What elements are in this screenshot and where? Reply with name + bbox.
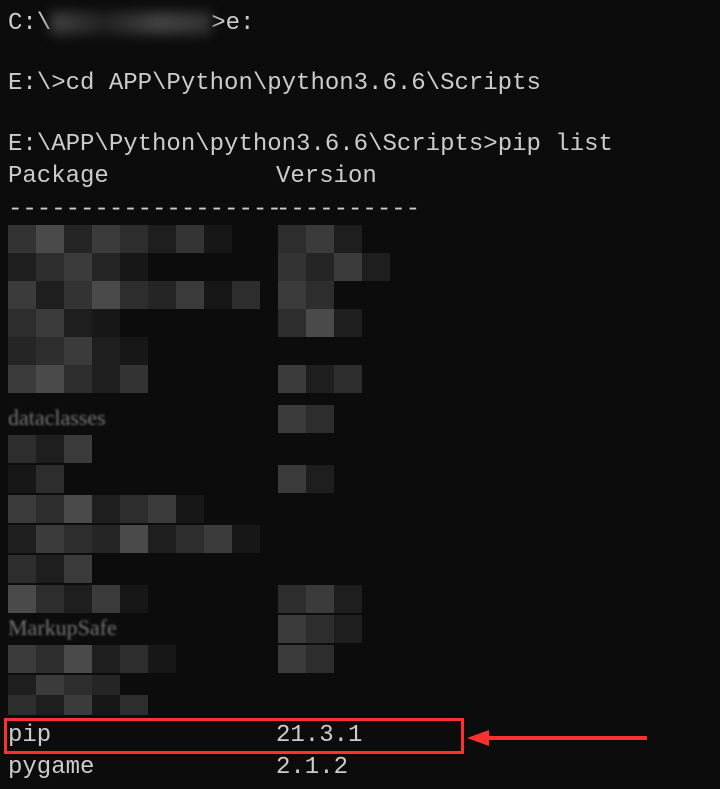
visible-rows: pip 21.3.1 pygame 2.1.2 xyxy=(8,720,362,785)
table-row: pygame 2.1.2 xyxy=(8,752,362,784)
svg-text:MarkupSafe: MarkupSafe xyxy=(8,615,117,640)
package-version: 2.1.2 xyxy=(276,752,348,784)
arrow-icon xyxy=(467,728,647,758)
svg-text:dataclasses: dataclasses xyxy=(8,405,106,430)
terminal-output: C:\>e: E:\>cd APP\Python\python3.6.6\Scr… xyxy=(8,8,712,226)
table-row: pip 21.3.1 xyxy=(8,720,362,752)
package-name: pygame xyxy=(8,752,276,784)
censored-package-list: dataclasses xyxy=(8,225,708,720)
prompt-line-3: E:\APP\Python\python3.6.6\Scripts>pip li… xyxy=(8,129,712,161)
table-divider: ------------------- ---------- xyxy=(8,194,712,226)
prompt-line-1: C:\>e: xyxy=(8,8,712,40)
header-version: Version xyxy=(276,161,377,193)
package-name: pip xyxy=(8,720,276,752)
package-version: 21.3.1 xyxy=(276,720,362,752)
header-package: Package xyxy=(8,161,276,193)
table-header: Package Version xyxy=(8,161,712,193)
prompt-line-2: E:\>cd APP\Python\python3.6.6\Scripts xyxy=(8,68,712,100)
